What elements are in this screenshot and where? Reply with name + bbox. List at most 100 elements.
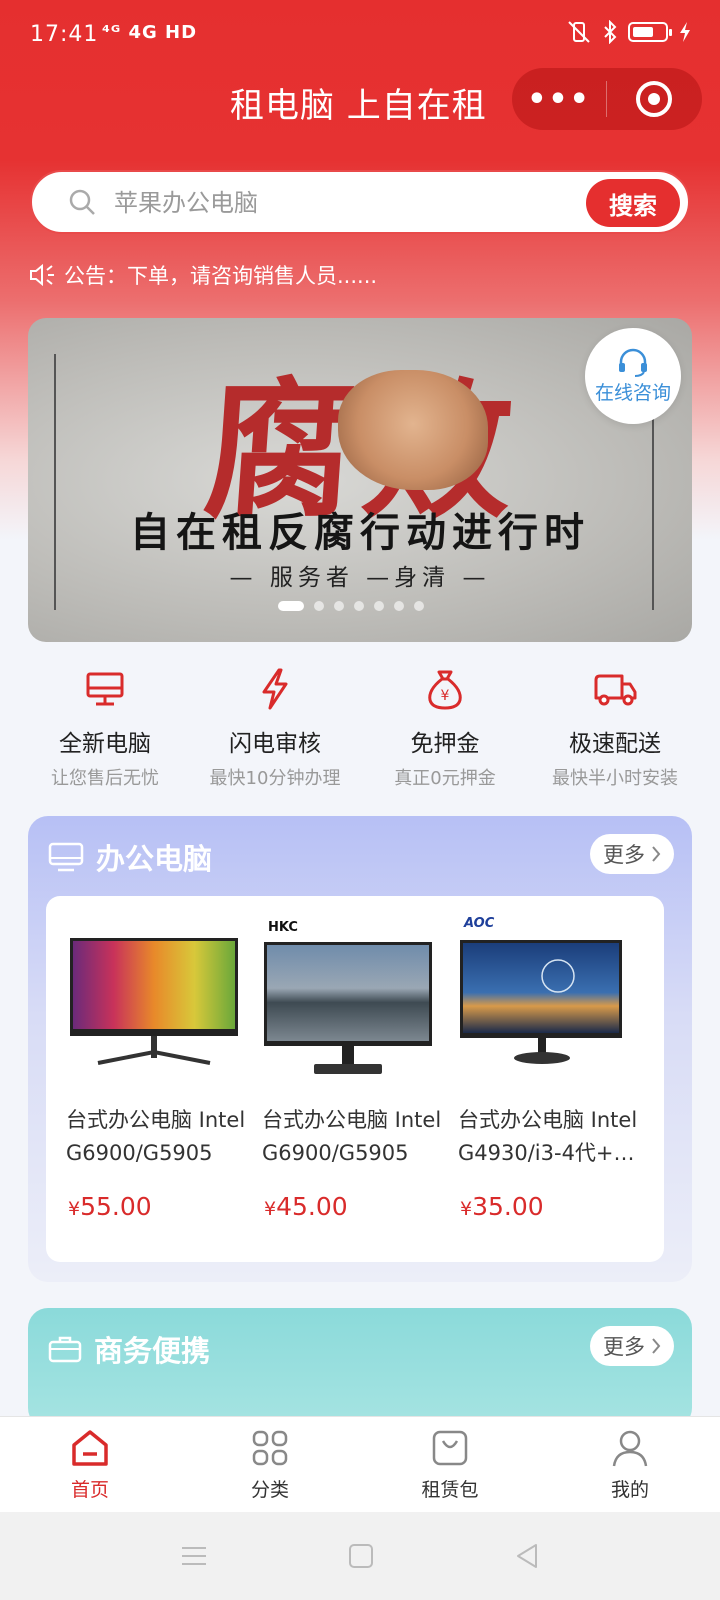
lightning-icon — [262, 668, 288, 710]
announcement-bar[interactable]: 公告：下单，请咨询销售人员...... — [28, 260, 377, 290]
more-label: 更多 — [603, 843, 645, 867]
search-input[interactable] — [114, 184, 574, 222]
fist-image — [338, 370, 488, 490]
product-name: 台式办公电脑 Intel G6900/G5905+… — [66, 1108, 246, 1165]
briefcase-icon — [48, 1336, 82, 1363]
product-name: 台式办公电脑 Intel G4930/i3-4代+… — [458, 1108, 638, 1165]
section-title: 商务便携 — [94, 1334, 211, 1368]
currency-symbol: ¥ — [460, 1198, 473, 1220]
section-header: 商务便携 — [48, 1328, 210, 1370]
price-value: 35.00 — [472, 1192, 544, 1221]
tab-label: 首页 — [70, 1479, 109, 1501]
home-icon — [72, 1430, 108, 1466]
product-price: ¥35.00 — [460, 1192, 544, 1221]
carousel-indicator — [278, 601, 424, 611]
bottom-tab-bar: 首页 分类 租赁包 我的 — [0, 1416, 720, 1512]
feature-item[interactable]: 闪电审核 最快10分钟办理 — [190, 664, 360, 790]
office-computer-section: 办公电脑 更多 台式办公电脑 Intel G6900/G5905+… ¥55.0… — [28, 816, 692, 1282]
product-price: ¥45.00 — [264, 1192, 348, 1221]
tab-label: 租赁包 — [421, 1479, 479, 1501]
status-icons — [566, 20, 692, 44]
bluetooth-icon — [604, 20, 617, 44]
section-header: 办公电脑 — [48, 836, 212, 878]
product-card[interactable]: HKC 台式办公电脑 Intel G6900/G5905+… ¥45.00 — [244, 896, 441, 1262]
online-consult-label: 在线咨询 — [594, 381, 671, 404]
feature-item[interactable]: 极速配送 最快半小时安装 — [530, 664, 700, 790]
battery-icon — [628, 22, 672, 42]
home-square-icon[interactable] — [348, 1543, 374, 1569]
tab-category[interactable]: 分类 — [180, 1417, 360, 1512]
miniapp-capsule: ••• — [512, 68, 702, 130]
carousel-dot[interactable] — [414, 601, 424, 611]
tab-rental-bag[interactable]: 租赁包 — [360, 1417, 540, 1512]
desktop-icon — [48, 842, 84, 872]
status-bar: 17:41 ⁴ᴳ 4G HD — [0, 0, 720, 72]
tab-home[interactable]: 首页 — [0, 1417, 180, 1512]
monitor-product-image — [460, 940, 622, 1064]
feature-title: 全新电脑 — [59, 731, 151, 757]
vibrate-mute-icon — [568, 21, 590, 43]
chevron-right-icon — [652, 846, 661, 862]
delivery-truck-icon — [594, 674, 637, 706]
product-card[interactable]: AOC 台式办公电脑 Intel G4930/i3-4代+… ¥35.00 — [440, 896, 637, 1262]
carousel-dot[interactable] — [394, 601, 404, 611]
headset-icon — [619, 348, 647, 377]
more-options-button[interactable]: ••• — [512, 82, 606, 117]
monitor-product-image — [70, 938, 238, 1065]
feature-subtitle: 真正0元押金 — [394, 768, 496, 789]
carousel-dot[interactable] — [334, 601, 344, 611]
search-icon — [69, 189, 95, 215]
price-value: 55.00 — [80, 1192, 152, 1221]
product-list: 台式办公电脑 Intel G6900/G5905+… ¥55.00 HKC 台式… — [46, 896, 664, 1262]
search-bar: 搜索 — [30, 170, 690, 234]
search-button[interactable]: 搜索 — [586, 179, 680, 227]
product-price: ¥55.00 — [68, 1192, 152, 1221]
more-button[interactable]: 更多 — [590, 834, 674, 874]
section-title: 办公电脑 — [96, 842, 213, 876]
status-time: 17:41 — [30, 22, 99, 47]
chevron-right-icon — [652, 1338, 661, 1354]
monitor-product-image — [264, 942, 432, 1074]
menu-icon[interactable] — [180, 1544, 208, 1568]
back-triangle-icon[interactable] — [514, 1542, 540, 1570]
feature-row: 全新电脑 让您售后无忧 闪电审核 最快10分钟办理 ¥ 免押金 真正0元押金 极… — [20, 664, 700, 790]
speaker-icon — [30, 263, 54, 287]
bag-icon — [432, 1430, 468, 1466]
charging-icon — [680, 22, 690, 42]
feature-subtitle: 让您售后无忧 — [51, 768, 159, 789]
product-card[interactable]: 台式办公电脑 Intel G6900/G5905+… ¥55.00 — [48, 896, 245, 1262]
business-laptop-section: 商务便携 更多 — [28, 1308, 692, 1428]
carousel-dot[interactable] — [314, 601, 324, 611]
currency-symbol: ¥ — [264, 1198, 277, 1220]
carousel-dot[interactable] — [354, 601, 364, 611]
tab-label: 我的 — [610, 1479, 649, 1501]
target-icon — [636, 81, 672, 117]
user-icon — [612, 1430, 648, 1467]
online-consult-button[interactable]: 在线咨询 — [585, 328, 681, 424]
banner-tagline: — 服务者 —身清 — — [229, 565, 491, 591]
announcement-text: 公告：下单，请咨询销售人员...... — [64, 264, 378, 288]
currency-symbol: ¥ — [68, 1198, 81, 1220]
svg-text:¥: ¥ — [441, 688, 450, 704]
category-icon — [252, 1430, 288, 1466]
feature-subtitle: 最快半小时安装 — [552, 768, 678, 789]
feature-title: 闪电审核 — [229, 731, 321, 757]
system-navigation-bar — [0, 1512, 720, 1600]
feature-subtitle: 最快10分钟办理 — [209, 768, 341, 789]
banner-slogan: 自在租反腐行动进行时 — [130, 510, 590, 556]
page-title: 租电脑 上自在租 — [230, 86, 487, 126]
monitor-icon — [86, 672, 124, 706]
feature-title: 免押金 — [410, 731, 480, 757]
carousel-dot[interactable] — [374, 601, 384, 611]
close-miniapp-button[interactable] — [607, 81, 701, 117]
feature-item[interactable]: 全新电脑 让您售后无忧 — [20, 664, 190, 790]
tab-profile[interactable]: 我的 — [540, 1417, 720, 1512]
tab-label: 分类 — [250, 1479, 289, 1501]
more-label: 更多 — [603, 1335, 645, 1359]
feature-item[interactable]: ¥ 免押金 真正0元押金 — [360, 664, 530, 790]
money-bag-icon: ¥ — [428, 670, 462, 710]
carousel-dot[interactable] — [278, 601, 304, 611]
more-button[interactable]: 更多 — [590, 1326, 674, 1366]
feature-title: 极速配送 — [569, 731, 661, 757]
network-indicator: ⁴ᴳ 4G HD — [102, 22, 198, 43]
